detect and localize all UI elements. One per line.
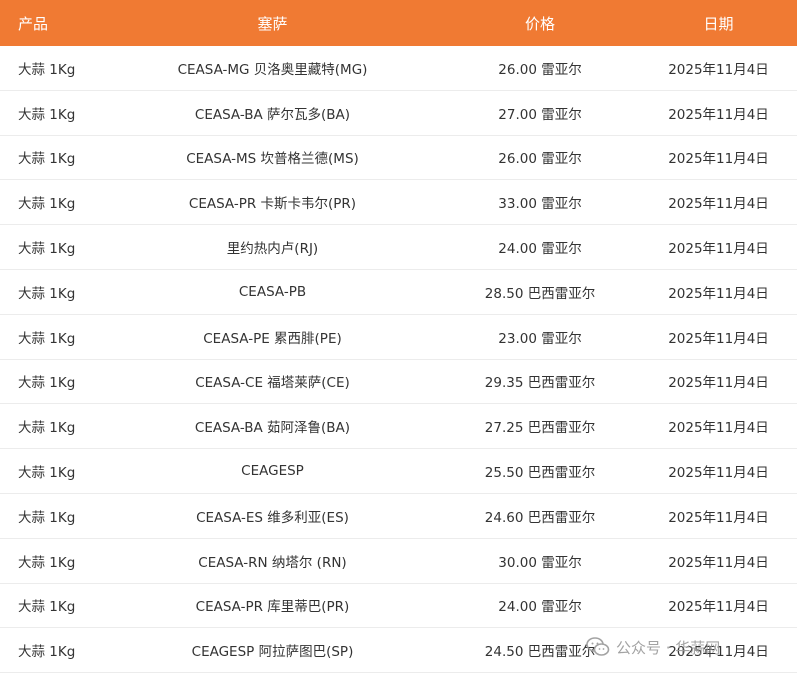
cell-ceasa: CEAGESP [241,463,304,480]
cell-ceasa: 里约热内卢(RJ) [226,241,319,258]
header-date[interactable]: 日期 [640,13,797,34]
cell-product: 大蒜 1Kg [18,241,76,258]
cell-ceasa: CEASA-ES 维多利亚(ES) [196,509,349,526]
cell-price: 26.00 雷亚尔 [498,61,582,78]
cell-product: 大蒜 1Kg [18,554,76,571]
table-row: 大蒜 1Kg CEASA-PB 28.50 巴西雷亚尔 2025年11月4日 [0,270,797,315]
cell-product: 大蒜 1Kg [18,285,76,302]
table-row: 大蒜 1Kg CEASA-RN 纳塔尔 (RN) 30.00 雷亚尔 2025年… [0,539,797,584]
cell-price: 33.00 雷亚尔 [498,196,582,213]
cell-date: 2025年11月4日 [668,465,769,482]
cell-date: 2025年11月4日 [668,196,769,213]
table-row: 大蒜 1Kg 里约热内卢(RJ) 24.00 雷亚尔 2025年11月4日 [0,225,797,270]
cell-price: 24.00 雷亚尔 [498,599,582,616]
cell-ceasa: CEASA-RN 纳塔尔 (RN) [198,554,347,571]
cell-ceasa: CEASA-MS 坎普格兰德(MS) [186,151,359,168]
table-row: 大蒜 1Kg CEASA-PR 库里蒂巴(PR) 24.00 雷亚尔 2025年… [0,584,797,629]
cell-ceasa: CEASA-MG 贝洛奥里藏特(MG) [177,61,368,78]
cell-product: 大蒜 1Kg [18,644,76,661]
cell-date: 2025年11月4日 [668,241,769,258]
cell-date: 2025年11月4日 [668,599,769,616]
cell-price: 24.00 雷亚尔 [498,241,582,258]
cell-product: 大蒜 1Kg [18,509,76,526]
cell-date: 2025年11月4日 [668,375,769,392]
cell-date: 2025年11月4日 [668,420,769,437]
cell-ceasa: CEASA-PE 累西腓(PE) [203,330,342,347]
wechat-icon [586,637,610,656]
table-row: 大蒜 1Kg CEASA-PR 卡斯卡韦尔(PR) 33.00 雷亚尔 2025… [0,180,797,226]
cell-price: 30.00 雷亚尔 [498,554,582,571]
cell-price: 26.00 雷亚尔 [498,151,582,168]
cell-product: 大蒜 1Kg [18,61,76,78]
table-row: 大蒜 1Kg CEASA-MG 贝洛奥里藏特(MG) 26.00 雷亚尔 202… [0,46,797,91]
cell-date: 2025年11月4日 [668,106,769,123]
cell-date: 2025年11月4日 [668,151,769,168]
cell-ceasa: CEASA-PR 库里蒂巴(PR) [195,599,350,616]
cell-ceasa: CEASA-BA 茹阿泽鲁(BA) [194,420,351,437]
cell-date: 2025年11月4日 [668,330,769,347]
cell-date: 2025年11月4日 [668,285,769,302]
cell-price: 28.50 巴西雷亚尔 [484,285,596,302]
cell-price: 29.35 巴西雷亚尔 [484,375,596,392]
cell-product: 大蒜 1Kg [18,106,76,123]
cell-product: 大蒜 1Kg [18,375,76,392]
cell-price: 27.00 雷亚尔 [498,106,582,123]
cell-price: 27.25 巴西雷亚尔 [484,420,596,437]
cell-product: 大蒜 1Kg [18,330,76,347]
table-row: 大蒜 1Kg CEASA-BA 茹阿泽鲁(BA) 27.25 巴西雷亚尔 202… [0,404,797,450]
cell-product: 大蒜 1Kg [18,151,76,168]
cell-ceasa: CEASA-CE 福塔莱萨(CE) [195,375,350,392]
cell-ceasa: CEAGESP 阿拉萨图巴(SP) [191,644,354,661]
table-row: 大蒜 1Kg CEASA-MS 坎普格兰德(MS) 26.00 雷亚尔 2025… [0,136,797,181]
watermark-text: 公众号 · 华蒜网 [616,638,721,657]
header-ceasa[interactable]: 塞萨 [105,13,440,34]
header-price[interactable]: 价格 [440,13,640,34]
cell-product: 大蒜 1Kg [18,465,76,482]
price-table: 产品 塞萨 价格 日期 大蒜 1Kg CEASA-MG 贝洛奥里藏特(MG) 2… [0,0,797,674]
cell-price: 23.00 雷亚尔 [498,330,582,347]
cell-date: 2025年11月4日 [668,509,769,526]
cell-date: 2025年11月4日 [668,554,769,571]
cell-price: 25.50 巴西雷亚尔 [484,465,596,482]
cell-ceasa: CEASA-BA 萨尔瓦多(BA) [194,106,351,123]
watermark: 公众号 · 华蒜网 [586,636,720,658]
cell-price: 24.60 巴西雷亚尔 [484,509,596,526]
table-row: 大蒜 1Kg CEAGESP 25.50 巴西雷亚尔 2025年11月4日 [0,449,797,494]
header-product[interactable]: 产品 [0,13,105,34]
cell-ceasa: CEASA-PB [238,283,307,300]
cell-ceasa: CEASA-PR 卡斯卡韦尔(PR) [188,196,357,213]
table-header: 产品 塞萨 价格 日期 [0,0,797,46]
table-row: 大蒜 1Kg CEASA-BA 萨尔瓦多(BA) 27.00 雷亚尔 2025年… [0,91,797,136]
cell-product: 大蒜 1Kg [18,599,76,616]
cell-date: 2025年11月4日 [668,61,769,78]
table-row: 大蒜 1Kg CEASA-CE 福塔莱萨(CE) 29.35 巴西雷亚尔 202… [0,360,797,405]
table-row: 大蒜 1Kg CEASA-PE 累西腓(PE) 23.00 雷亚尔 2025年1… [0,315,797,360]
cell-product: 大蒜 1Kg [18,196,76,213]
cell-product: 大蒜 1Kg [18,420,76,437]
table-row: 大蒜 1Kg CEASA-ES 维多利亚(ES) 24.60 巴西雷亚尔 202… [0,494,797,539]
